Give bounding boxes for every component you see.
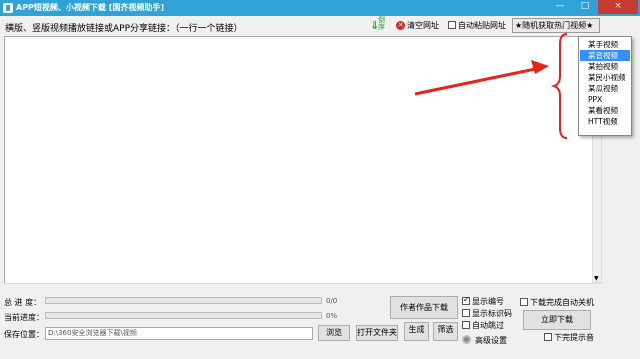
auto-paste-label: 自动粘贴网址 — [458, 21, 506, 30]
dropdown-item[interactable]: PPX — [580, 94, 630, 105]
window-title: APP短视频、小视频下载 [国齐视频助手] — [16, 3, 165, 12]
dropdown-item[interactable]: 某拍视频 — [580, 61, 630, 72]
gear-icon[interactable] — [462, 335, 471, 344]
advanced-settings-button[interactable]: 高级设置 — [475, 335, 507, 346]
reverse-order-button[interactable]: 倒序 — [378, 17, 385, 31]
open-folder-button[interactable]: 打开文件夹 — [356, 325, 398, 341]
show-id-label: 显示标识码 — [472, 309, 512, 318]
show-number-checkbox[interactable] — [462, 295, 470, 305]
toolbar: 横版、竖版视频播放链接或APP分享链接：（一行一个链接） ⇓ 倒序 ✕ 清空网址… — [0, 16, 640, 36]
scroll-down-icon[interactable]: ▼ — [594, 275, 599, 282]
save-location-label: 保存位置： — [4, 330, 44, 339]
total-progress-bar — [45, 297, 322, 304]
app-window: APP短视频、小视频下载 [国齐视频助手] — □ × 横版、竖版视频播放链接或… — [0, 0, 640, 359]
download-now-button[interactable]: 立即下载 — [523, 310, 591, 330]
title-bar[interactable]: APP短视频、小视频下载 [国齐视频助手] — □ × — [0, 0, 640, 16]
show-id-checkbox[interactable] — [462, 309, 470, 317]
auto-paste-checkbox[interactable] — [448, 21, 456, 29]
x-circle-icon[interactable]: ✕ — [396, 21, 405, 30]
instruction-label: 横版、竖版视频播放链接或APP分享链接：（一行一个链接） — [5, 24, 243, 34]
url-input-area[interactable] — [4, 36, 593, 291]
hot-videos-button[interactable]: ★随机获取热门视频★ — [512, 18, 600, 33]
platform-dropdown-menu: 某手视频 某音视频 某拍视频 某民小视频 某瓜视频 PPX 某看视频 HTT视频 — [578, 36, 632, 136]
current-progress-label: 当前进度： — [4, 313, 44, 322]
clear-urls-button[interactable]: 清空网址 — [407, 20, 439, 31]
browse-button[interactable]: 浏览 — [318, 325, 350, 341]
app-icon — [3, 3, 13, 13]
dropdown-item-selected[interactable]: 某音视频 — [580, 50, 630, 61]
total-progress-label: 总 进 度： — [4, 298, 42, 307]
maximize-button[interactable]: □ — [573, 0, 597, 14]
total-progress-value: 0/0 — [326, 297, 338, 305]
current-progress-value: 0% — [326, 312, 338, 320]
minimize-button[interactable]: — — [548, 0, 572, 14]
dropdown-item[interactable]: 某民小视频 — [580, 72, 630, 83]
dropdown-item[interactable]: 某手视频 — [580, 39, 630, 50]
current-progress-bar — [45, 312, 322, 319]
prompt-sound-checkbox[interactable] — [544, 333, 552, 341]
horizontal-scrollbar[interactable] — [4, 283, 602, 291]
close-button[interactable]: × — [598, 0, 638, 14]
filter-button[interactable]: 筛选 — [433, 322, 458, 341]
dropdown-item[interactable]: 某瓜视频 — [580, 83, 630, 94]
prompt-sound-label: 下完提示音 — [554, 333, 594, 342]
shutdown-checkbox[interactable] — [520, 298, 528, 306]
generate-button[interactable]: 生成 — [404, 322, 429, 341]
dropdown-item[interactable]: HTT视频 — [580, 116, 630, 127]
dropdown-item[interactable]: 某看视频 — [580, 105, 630, 116]
save-path-field[interactable]: D:\360安全浏览器下载\视频 — [45, 327, 313, 340]
auto-resume-label: 自动跳过 — [472, 321, 504, 330]
author-download-button[interactable]: 作者作品下载 — [390, 296, 458, 319]
shutdown-label: 下载完成自动关机 — [530, 298, 594, 307]
auto-resume-checkbox[interactable] — [462, 321, 470, 329]
show-number-label: 显示编号 — [472, 297, 504, 306]
